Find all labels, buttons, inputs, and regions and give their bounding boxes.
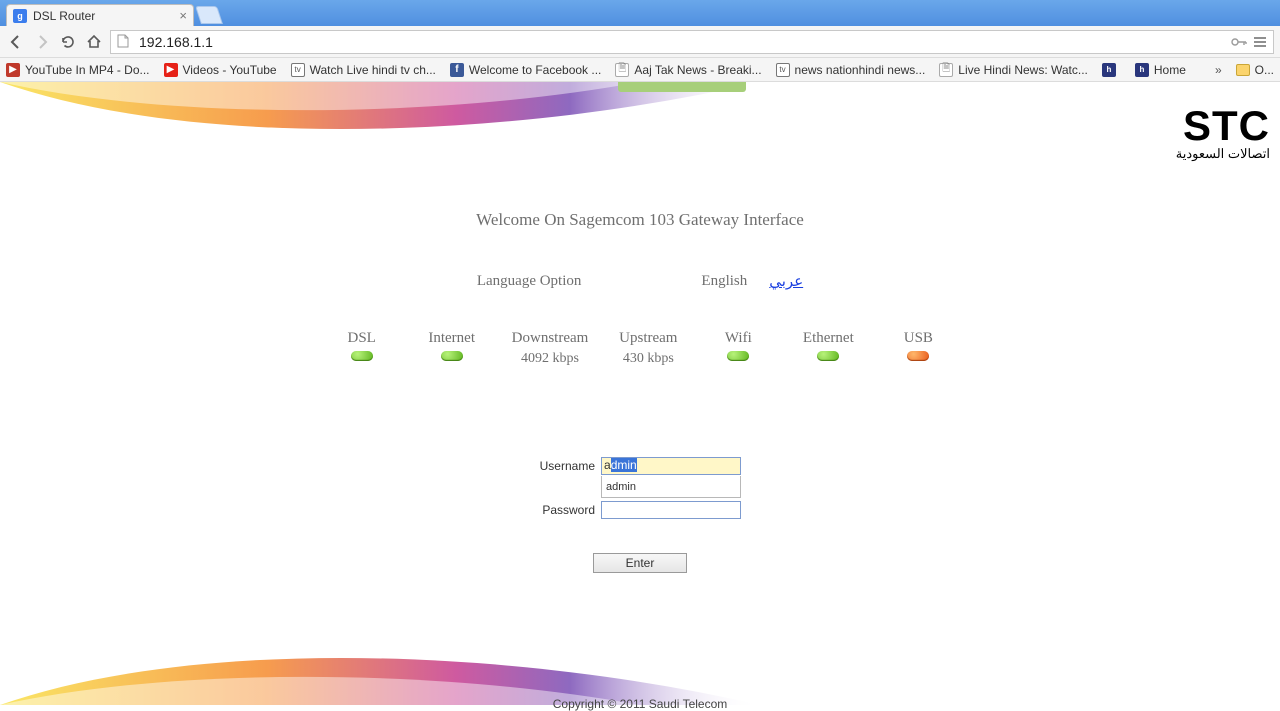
bookmark-item[interactable]: tv Watch Live hindi tv ch... [291, 63, 436, 77]
language-english: English [701, 273, 747, 290]
username-input[interactable] [601, 457, 741, 475]
menu-three-bars-icon[interactable] [1253, 36, 1267, 48]
bookmark-icon: tv [291, 63, 305, 77]
status-value: 4092 kbps [521, 351, 579, 367]
status-label: USB [904, 330, 933, 347]
password-label: Password [539, 503, 595, 517]
page-icon [117, 34, 131, 50]
other-bookmarks[interactable]: O... [1236, 63, 1274, 77]
logo-subtitle: اتصالات السعودية [1176, 146, 1270, 162]
language-row: Language Option English عربي [0, 272, 1280, 290]
tab-favicon: g [13, 9, 27, 23]
status-label: Downstream [512, 330, 589, 347]
new-tab-button[interactable] [195, 6, 223, 24]
status-wifi: Wifi [708, 330, 768, 367]
status-label: Wifi [725, 330, 752, 347]
bookmark-icon: 🗎 [615, 63, 629, 77]
bookmark-label: Watch Live hindi tv ch... [310, 63, 436, 77]
status-dsl: DSL [332, 330, 392, 367]
password-input[interactable] [601, 501, 741, 519]
home-button[interactable] [84, 32, 104, 52]
bookmark-item[interactable]: h [1102, 63, 1121, 77]
bookmark-icon: f [450, 63, 464, 77]
reload-button[interactable] [58, 32, 78, 52]
language-arabic-link[interactable]: عربي [769, 272, 803, 290]
status-value: 430 kbps [623, 351, 674, 367]
status-downstream: Downstream 4092 kbps [512, 330, 589, 367]
username-label: Username [539, 459, 595, 473]
status-label: Ethernet [803, 330, 854, 347]
status-internet: Internet [422, 330, 482, 367]
login-form: Username admin admin Password Enter [0, 457, 1280, 573]
bookmark-label: news nationhindi news... [795, 63, 926, 77]
bookmark-label: Home [1154, 63, 1186, 77]
bookmark-icon: 🗎 [939, 63, 953, 77]
bookmark-icon: h [1102, 63, 1116, 77]
status-label: Internet [428, 330, 475, 347]
bookmark-label: O... [1255, 63, 1274, 77]
back-button[interactable] [6, 32, 26, 52]
username-row: Username admin admin [539, 457, 741, 475]
enter-button[interactable]: Enter [593, 553, 687, 573]
browser-tab[interactable]: g DSL Router × [6, 4, 194, 26]
bookmark-icon: h [1135, 63, 1149, 77]
welcome-heading: Welcome On Sagemcom 103 Gateway Interfac… [0, 210, 1280, 230]
status-label: DSL [348, 330, 376, 347]
bookmark-item[interactable]: 🗎 Aaj Tak News - Breaki... [615, 63, 761, 77]
bookmark-item[interactable]: f Welcome to Facebook ... [450, 63, 602, 77]
folder-icon [1236, 64, 1250, 76]
stc-logo: STC اتصالات السعودية [1176, 102, 1270, 162]
bookmarks-bar: ▶ YouTube In MP4 - Do... ▶ Videos - YouTub… [0, 58, 1280, 82]
password-row: Password [539, 501, 741, 519]
led-icon [817, 351, 839, 361]
led-icon [727, 351, 749, 361]
decorative-sweep-bottom [0, 625, 1280, 705]
page-content: STC اتصالات السعودية Welcome On Sagemcom… [0, 82, 1280, 711]
active-section-tab [618, 82, 746, 92]
logo-main: STC [1176, 102, 1270, 150]
bookmark-icon: ▶ [164, 63, 178, 77]
browser-titlebar: g DSL Router × [0, 0, 1280, 26]
decorative-sweep-top [0, 82, 1280, 162]
status-ethernet: Ethernet [798, 330, 858, 367]
bookmark-item[interactable]: ▶ YouTube In MP4 - Do... [6, 63, 150, 77]
bookmark-item[interactable]: h Home [1135, 63, 1186, 77]
bookmark-icon: tv [776, 63, 790, 77]
bookmark-label: Welcome to Facebook ... [469, 63, 602, 77]
status-upstream: Upstream 430 kbps [618, 330, 678, 367]
led-icon [441, 351, 463, 361]
led-icon [351, 351, 373, 361]
status-label: Upstream [619, 330, 677, 347]
language-label: Language Option [477, 273, 582, 290]
led-icon [907, 351, 929, 361]
copyright-text: Copyright © 2011 Saudi Telecom [0, 697, 1280, 711]
status-row: DSL Internet Downstream 4092 kbps Upstre… [0, 330, 1280, 367]
bookmark-label: YouTube In MP4 - Do... [25, 63, 150, 77]
autofill-suggestion[interactable]: admin [601, 476, 741, 498]
bookmark-label: Live Hindi News: Watc... [958, 63, 1088, 77]
close-icon[interactable]: × [179, 8, 187, 23]
bookmark-label: Videos - YouTube [183, 63, 277, 77]
bookmark-label: Aaj Tak News - Breaki... [634, 63, 761, 77]
browser-toolbar: 192.168.1.1 [0, 26, 1280, 58]
forward-button[interactable] [32, 32, 52, 52]
bookmark-item[interactable]: 🗎 Live Hindi News: Watc... [939, 63, 1088, 77]
status-usb: USB [888, 330, 948, 367]
bookmark-icon: ▶ [6, 63, 20, 77]
bookmark-item[interactable]: ▶ Videos - YouTube [164, 63, 277, 77]
address-bar[interactable]: 192.168.1.1 [110, 30, 1274, 54]
tab-title: DSL Router [33, 9, 175, 23]
bookmark-overflow[interactable]: » [1215, 63, 1222, 77]
password-key-icon[interactable] [1231, 35, 1247, 49]
url-text: 192.168.1.1 [139, 34, 1231, 50]
bookmark-item[interactable]: tv news nationhindi news... [776, 63, 926, 77]
